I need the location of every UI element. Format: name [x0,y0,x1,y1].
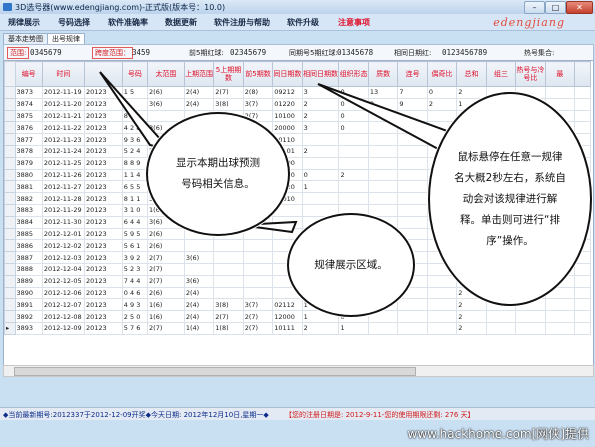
site-watermark: www.hackhome.com[网侠]提供 [407,427,590,441]
status-registration: 【您的注册日期是: 2012-9-11-您的使用期限还剩: 276 天】 [285,411,475,419]
callout-rule-area-text: 规律展示区域。 [314,258,388,271]
callout-prediction-info: 显示本期出球预测号码相关信息。 [146,112,290,236]
status-latest-draw: ◆当前最新期号:2012337于2012-12-09开奖◆今天日期: 2012年… [3,411,269,419]
callout-tail-hover [317,83,452,152]
callout-rule-area: 规律展示区域。 [287,213,415,317]
callout-hover-tip: 鼠标悬停在任意一规律名大概2秒左右，系统自动会对该规律进行解释。单击则可进行“排… [428,92,592,306]
callout-prediction-text: 显示本期出球预测号码相关信息。 [176,157,260,190]
callout-hover-text: 鼠标悬停在任意一规律名大概2秒左右，系统自动会对该规律进行解释。单击则可进行“排… [454,150,566,247]
status-bar: ◆当前最新期号:2012337于2012-12-09开奖◆今天日期: 2012年… [0,407,595,420]
